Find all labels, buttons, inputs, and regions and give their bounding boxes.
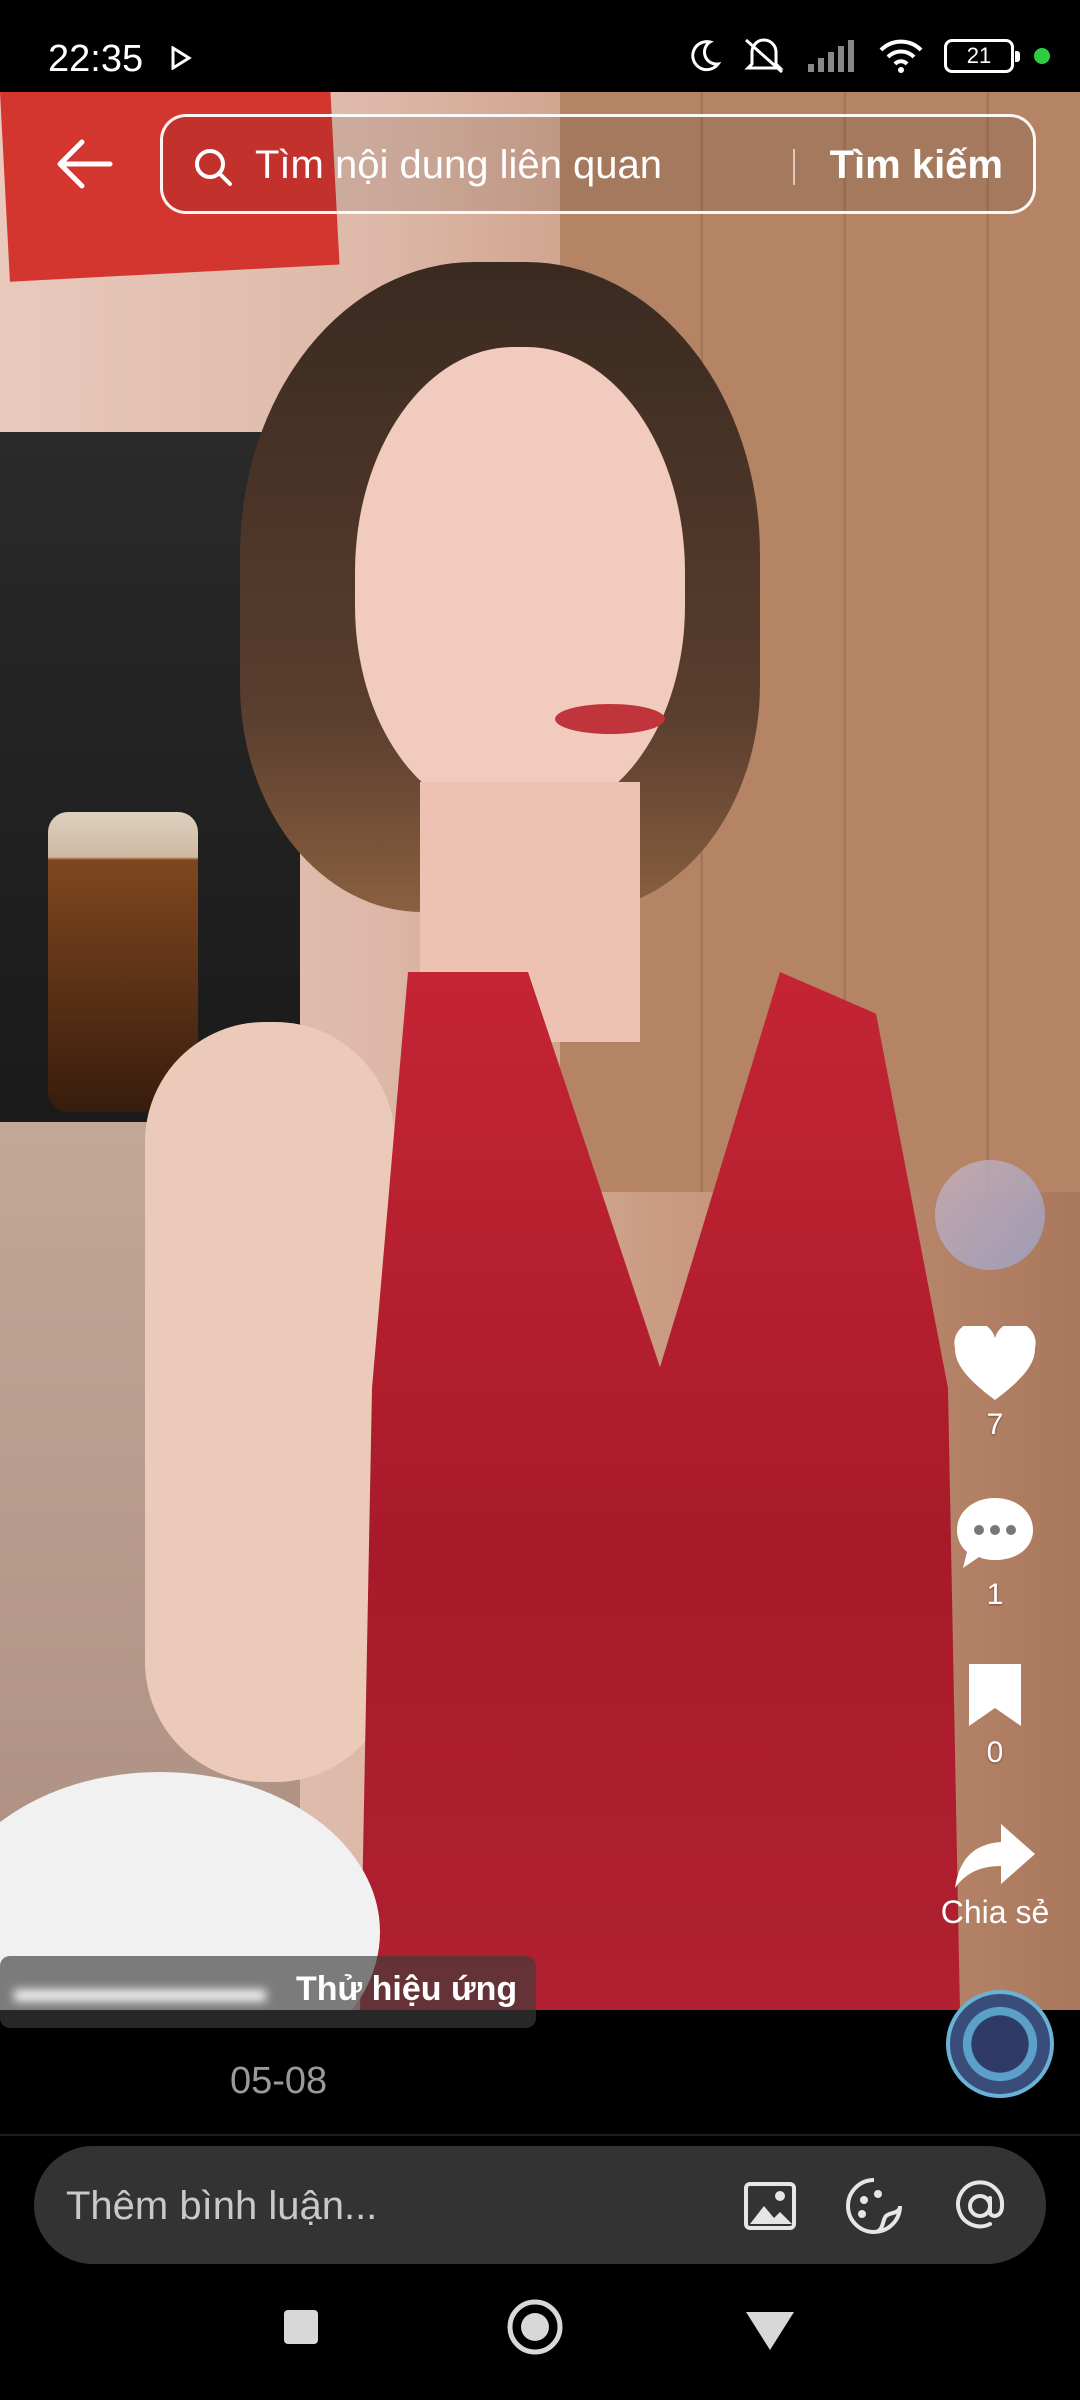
comment-input[interactable]: Thêm bình luận... [66, 2184, 377, 2229]
privacy-indicator-dot [1034, 48, 1050, 64]
heart-icon [954, 1326, 1036, 1400]
video-player[interactable] [0, 92, 1080, 2010]
share-arrow-icon [955, 1824, 1035, 1888]
status-bar: 22:35 21 [0, 0, 1080, 92]
home-circle-icon[interactable] [506, 2298, 564, 2356]
search-bar[interactable]: Tìm nội dung liên quan Tìm kiếm [160, 114, 1036, 214]
moon-icon [691, 40, 722, 72]
mute-icon [744, 38, 784, 74]
mention-icon[interactable] [950, 2176, 1010, 2236]
signal-icon [808, 40, 854, 72]
wifi-icon [879, 39, 923, 73]
back-triangle-icon[interactable] [744, 2308, 796, 2352]
play-icon [171, 46, 192, 70]
like-count: 7 [986, 1408, 1004, 1441]
battery-icon: 21 [944, 39, 1020, 73]
person-lips [555, 704, 665, 734]
search-divider [793, 149, 795, 185]
sticker-icon[interactable] [844, 2176, 904, 2236]
recents-square-icon[interactable] [282, 2308, 320, 2346]
image-icon[interactable] [740, 2176, 800, 2236]
save-count: 0 [986, 1736, 1004, 1769]
person-face [355, 347, 685, 817]
creator-avatar[interactable] [935, 1160, 1045, 1270]
system-nav-bar [0, 2270, 1080, 2400]
person-arm [145, 1022, 395, 1782]
effect-label: Thử hiệu ứng [296, 1970, 518, 2008]
divider [0, 2134, 1080, 2136]
back-arrow-icon[interactable] [52, 132, 116, 196]
comment-icon [957, 1498, 1033, 1568]
effect-chip[interactable]: ▬▬▬▬▬▬▬ Thử hiệu ứng [0, 1956, 536, 2028]
status-time: 22:35 [48, 38, 144, 80]
username-blurred: ▬▬▬▬▬▬▬ [14, 1968, 266, 2009]
status-icons: 21 [686, 36, 1050, 76]
search-button[interactable]: Tìm kiếm [830, 143, 1003, 188]
music-disc-icon[interactable] [946, 1990, 1054, 2098]
comment-count: 1 [986, 1578, 1004, 1611]
search-icon [195, 149, 232, 186]
save-button[interactable]: 0 [940, 1660, 1050, 1770]
post-date: 05-08 [230, 2060, 328, 2102]
share-button[interactable]: Chia sẻ [940, 1820, 1050, 1931]
comment-button[interactable]: 1 [940, 1494, 1050, 1612]
bookmark-icon [969, 1664, 1021, 1726]
comment-bar[interactable]: Thêm bình luận... [34, 2146, 1046, 2264]
like-button[interactable]: 7 [940, 1326, 1050, 1442]
share-label: Chia sẻ [940, 1894, 1050, 1930]
